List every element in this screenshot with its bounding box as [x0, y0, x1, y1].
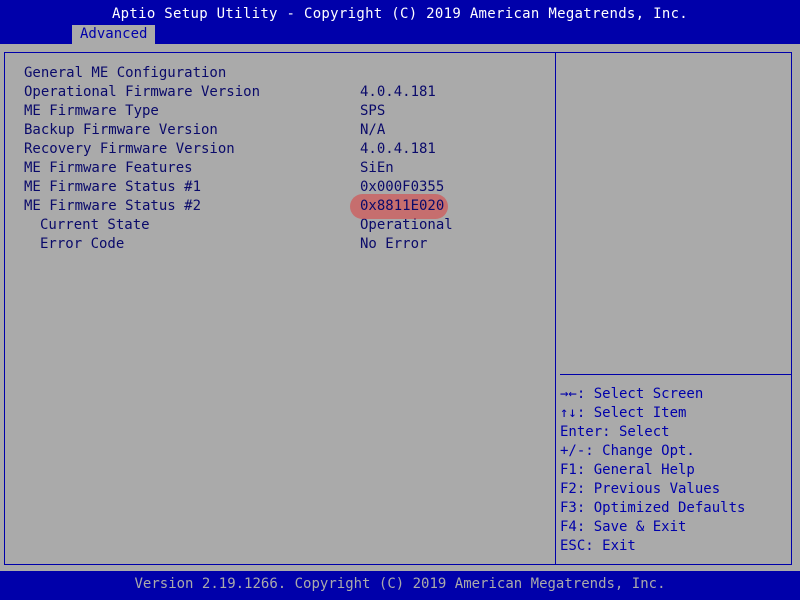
label-current-state: Current State — [40, 217, 150, 233]
help-general-help: F1: General Help — [560, 462, 695, 478]
label-error-code: Error Code — [40, 236, 125, 252]
label-operational-firmware-version: Operational Firmware Version — [24, 84, 261, 100]
value-recovery-firmware-version: 4.0.4.181 — [360, 141, 436, 157]
help-change-opt: +/-: Change Opt. — [560, 443, 695, 459]
help-select-item: ↑↓: Select Item — [560, 405, 687, 421]
help-separator — [560, 374, 792, 375]
version-footer: Version 2.19.1266. Copyright (C) 2019 Am… — [134, 576, 666, 592]
help-save-exit: F4: Save & Exit — [560, 519, 687, 535]
value-me-firmware-status-2: 0x8811E020 — [349, 194, 449, 219]
value-me-firmware-type: SPS — [360, 103, 386, 119]
label-backup-firmware-version: Backup Firmware Version — [24, 122, 218, 138]
value-error-code: No Error — [360, 236, 428, 252]
help-previous-values: F2: Previous Values — [560, 481, 721, 497]
title-bar: Aptio Setup Utility - Copyright (C) 2019… — [0, 0, 800, 44]
tab-advanced[interactable]: Advanced — [72, 25, 156, 44]
help-optimized-defaults: F3: Optimized Defaults — [560, 500, 746, 516]
help-select-screen: →←: Select Screen — [560, 386, 704, 402]
section-title: General ME Configuration — [24, 65, 227, 81]
label-me-firmware-status-1: ME Firmware Status #1 — [24, 179, 202, 195]
status-bar: Version 2.19.1266. Copyright (C) 2019 Am… — [0, 571, 800, 600]
value-me-firmware-features: SiEn — [360, 160, 394, 176]
label-me-firmware-features: ME Firmware Features — [24, 160, 193, 176]
help-enter-select: Enter: Select — [560, 424, 670, 440]
help-esc-exit: ESC: Exit — [560, 538, 636, 554]
label-recovery-firmware-version: Recovery Firmware Version — [24, 141, 235, 157]
label-me-firmware-type: ME Firmware Type — [24, 103, 159, 119]
value-operational-firmware-version: 4.0.4.181 — [360, 84, 436, 100]
app-title: Aptio Setup Utility - Copyright (C) 2019… — [111, 6, 689, 22]
label-me-firmware-status-2: ME Firmware Status #2 — [24, 198, 202, 214]
value-backup-firmware-version: N/A — [360, 122, 386, 138]
main-panel: General ME Configuration Operational Fir… — [0, 44, 800, 571]
panel-divider — [555, 52, 556, 565]
